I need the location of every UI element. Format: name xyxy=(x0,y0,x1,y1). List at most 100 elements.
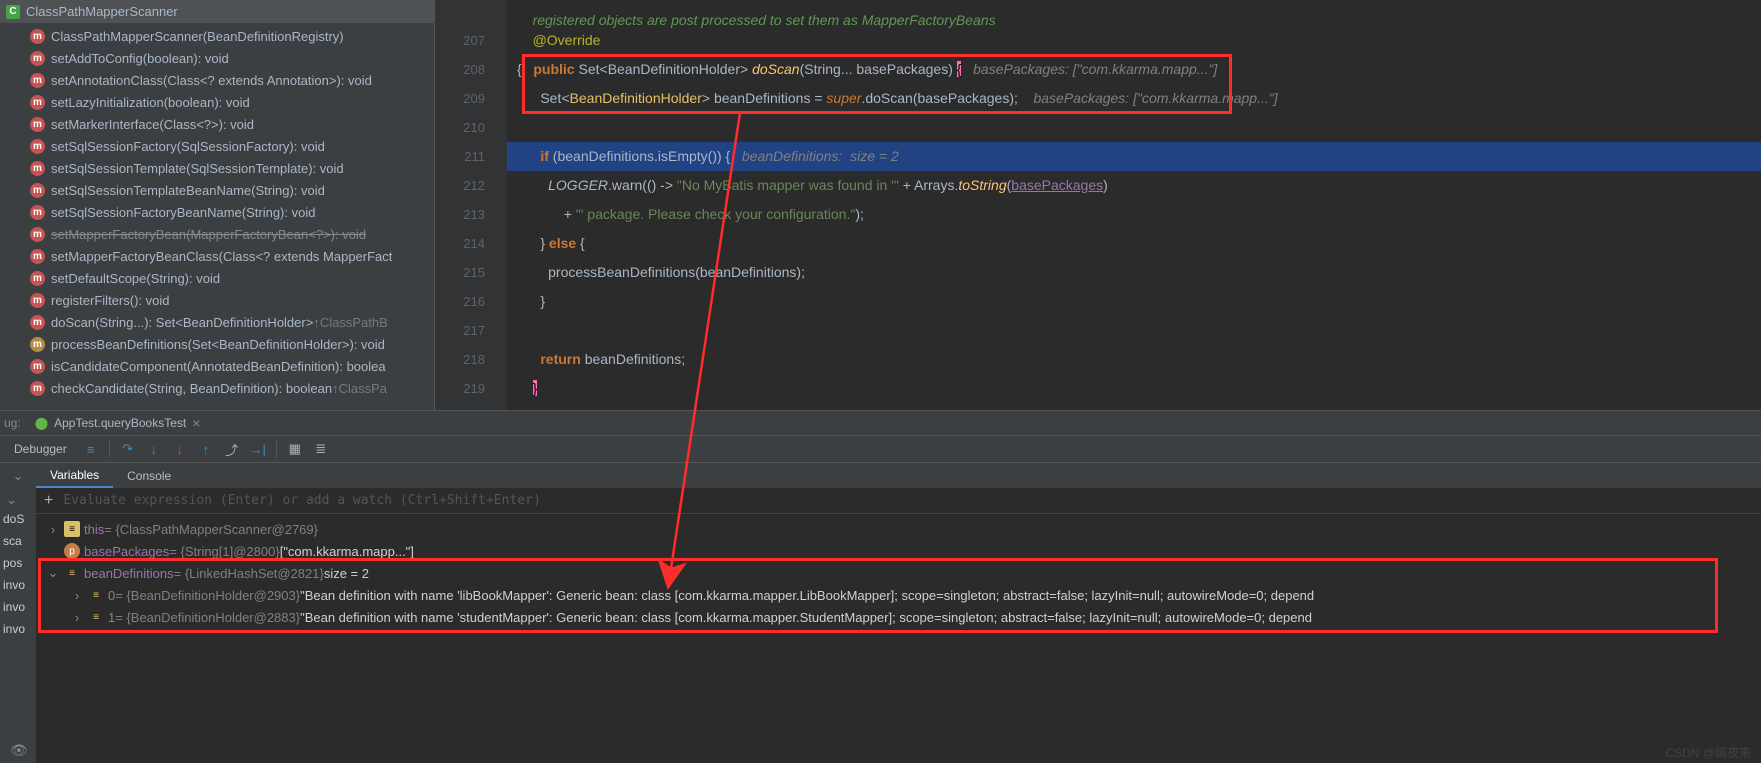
tab-console[interactable]: Console xyxy=(113,463,185,488)
step-out-icon[interactable]: ↑ xyxy=(194,437,218,461)
structure-member[interactable]: mcheckCandidate(String, BeanDefinition):… xyxy=(0,377,434,399)
member-label: checkCandidate(String, BeanDefinition): … xyxy=(51,381,332,396)
var-bd-1[interactable]: › ≡ 1 = {BeanDefinitionHolder@2883} "Bea… xyxy=(36,606,1761,628)
variables-panel: + Evaluate expression (Enter) or add a w… xyxy=(36,488,1761,763)
variables-tree[interactable]: › ≡ this = {ClassPathMapperScanner@2769}… xyxy=(36,514,1761,763)
drop-frame-icon[interactable]: ⤴ xyxy=(220,437,244,461)
view-icons[interactable]: 👁 xyxy=(0,742,28,759)
structure-member[interactable]: m ClassPathMapperScanner(BeanDefinitionRe… xyxy=(0,25,434,47)
member-label: ClassPathMapperScanner(BeanDefinitionReg… xyxy=(51,29,344,44)
member-label: setMapperFactoryBeanClass(Class<? extend… xyxy=(51,249,392,264)
member-label: setSqlSessionTemplate(SqlSessionTemplate… xyxy=(51,161,344,176)
code-doc: registered objects are post processed to… xyxy=(507,6,1761,26)
show-exec-point-icon[interactable]: ≡ xyxy=(79,437,103,461)
member-label: setMarkerInterface(Class<?>): void xyxy=(51,117,254,132)
member-label: setSqlSessionTemplateBeanName(String): v… xyxy=(51,183,325,198)
member-label: setAddToConfig(boolean): void xyxy=(51,51,229,66)
debug-ug-label: ug: xyxy=(4,416,27,430)
member-label: setMapperFactoryBean(MapperFactoryBean<?… xyxy=(51,227,366,242)
var-bd-0[interactable]: › ≡ 0 = {BeanDefinitionHolder@2903} "Bea… xyxy=(36,584,1761,606)
structure-member[interactable]: m setAnnotationClass(Class<? extends Anno… xyxy=(0,69,434,91)
code-line-219: } xyxy=(507,374,1761,403)
method-icon: m xyxy=(30,249,45,264)
debug-panel: ug: ⬤ AppTest.queryBooksTest × Debugger … xyxy=(0,410,1761,763)
tab-variables[interactable]: Variables xyxy=(36,463,113,488)
evaluate-expr-icon[interactable]: ▦ xyxy=(283,437,307,461)
stack-frame[interactable]: doS xyxy=(0,512,36,534)
member-label: setAnnotationClass(Class<? extends Annot… xyxy=(51,73,372,88)
structure-member[interactable]: m setSqlSessionFactoryBeanName(String): v… xyxy=(0,201,434,223)
run-to-cursor-icon[interactable]: →| xyxy=(246,437,270,461)
method-icon: m xyxy=(30,183,45,198)
var-beanDefinitions[interactable]: ⌄ ≡ beanDefinitions = {LinkedHashSet@282… xyxy=(36,562,1761,584)
member-label: registerFilters(): void xyxy=(51,293,169,308)
stack-frame[interactable]: pos xyxy=(0,556,36,578)
step-over-icon[interactable]: ↷ xyxy=(116,437,140,461)
run-icon: ⬤ xyxy=(35,416,48,430)
method-icon: m xyxy=(30,73,45,88)
class-name: ClassPathMapperScanner xyxy=(26,4,178,19)
method-icon: m xyxy=(30,139,45,154)
frames-chevron-icon[interactable]: ⌄ xyxy=(0,468,36,484)
this-icon: ≡ xyxy=(64,521,80,537)
frames-panel[interactable]: ⌄ doSscaposinvoinvoinvo xyxy=(0,488,36,763)
code-line-207: @Override xyxy=(507,26,1761,55)
stack-frame[interactable]: invo xyxy=(0,600,36,622)
code-line-209: Set<BeanDefinitionHolder> beanDefinition… xyxy=(507,84,1761,113)
structure-header[interactable]: C ClassPathMapperScanner xyxy=(0,0,434,23)
close-icon[interactable]: × xyxy=(192,415,200,431)
code-editor[interactable]: 207 208 209 210 211 212 213 214 215 216 … xyxy=(435,0,1761,410)
structure-member-list: m ClassPathMapperScanner(BeanDefinitionRe… xyxy=(0,23,434,401)
member-label: setSqlSessionFactory(SqlSessionFactory):… xyxy=(51,139,325,154)
structure-member[interactable]: misCandidateComponent(AnnotatedBeanDefin… xyxy=(0,355,434,377)
structure-member[interactable]: msetMapperFactoryBean(MapperFactoryBean<… xyxy=(0,223,434,245)
force-step-into-icon[interactable]: ↓ xyxy=(168,437,192,461)
structure-member[interactable]: msetDefaultScope(String): void xyxy=(0,267,434,289)
method-icon: m xyxy=(30,117,45,132)
code-line-214: } else { xyxy=(507,229,1761,258)
structure-member[interactable]: m setMarkerInterface(Class<?>): void xyxy=(0,113,434,135)
structure-member[interactable]: m processBeanDefinitions(Set<BeanDefiniti… xyxy=(0,333,434,355)
method-icon: m xyxy=(30,205,45,220)
method-icon: m xyxy=(30,337,45,352)
structure-member[interactable]: m setSqlSessionFactory(SqlSessionFactory)… xyxy=(0,135,434,157)
trace-icon[interactable]: ≣ xyxy=(309,437,333,461)
structure-member[interactable]: mdoScan(String...): Set<BeanDefinitionHo… xyxy=(0,311,434,333)
stack-frame[interactable]: invo xyxy=(0,622,36,644)
code-line-213: + "' package. Please check your configur… xyxy=(507,200,1761,229)
member-label: doScan(String...): Set<BeanDefinitionHol… xyxy=(51,315,313,330)
method-icon: m xyxy=(30,95,45,110)
nav-down-icon[interactable]: ⌄ xyxy=(6,492,17,508)
chevron-down-icon[interactable]: ⌄ xyxy=(46,565,60,581)
var-this[interactable]: › ≡ this = {ClassPathMapperScanner@2769} xyxy=(36,518,1761,540)
structure-member[interactable]: msetAddToConfig(boolean): void xyxy=(0,47,434,69)
structure-member[interactable]: m registerFilters(): void xyxy=(0,289,434,311)
method-icon: m xyxy=(30,293,45,308)
code-line-217 xyxy=(507,316,1761,345)
debug-inner-tabs: ⌄ Variables Console xyxy=(0,462,1761,488)
structure-member[interactable]: msetLazyInitialization(boolean): void xyxy=(0,91,434,113)
collection-icon: ≡ xyxy=(64,565,80,581)
method-icon: m xyxy=(30,29,45,44)
chevron-right-icon[interactable]: › xyxy=(70,610,84,625)
structure-member[interactable]: m setMapperFactoryBeanClass(Class<? exten… xyxy=(0,245,434,267)
step-into-icon[interactable]: ↓ xyxy=(142,437,166,461)
structure-member[interactable]: msetSqlSessionTemplate(SqlSessionTemplat… xyxy=(0,157,434,179)
run-tab-apptest[interactable]: ⬤ AppTest.queryBooksTest × xyxy=(27,415,209,431)
code-area[interactable]: registered objects are post processed to… xyxy=(507,0,1761,410)
chevron-right-icon[interactable]: › xyxy=(70,588,84,603)
param-icon: p xyxy=(64,543,80,559)
code-line-210 xyxy=(507,113,1761,142)
run-config-tabs: ug: ⬤ AppTest.queryBooksTest × xyxy=(0,411,1761,435)
stack-frame[interactable]: sca xyxy=(0,534,36,556)
chevron-right-icon[interactable]: › xyxy=(46,522,60,537)
stack-frame[interactable]: invo xyxy=(0,578,36,600)
structure-member[interactable]: m setSqlSessionTemplateBeanName(String): … xyxy=(0,179,434,201)
eval-input[interactable]: + Evaluate expression (Enter) or add a w… xyxy=(36,488,1761,514)
member-label: setSqlSessionFactoryBeanName(String): vo… xyxy=(51,205,315,220)
debugger-toolbar: Debugger ≡ ↷ ↓ ↓ ↑ ⤴ →| ▦ ≣ xyxy=(0,435,1761,462)
add-watch-icon[interactable]: + xyxy=(44,492,53,510)
member-label: processBeanDefinitions(Set<BeanDefinitio… xyxy=(51,337,385,352)
var-basePackages[interactable]: p basePackages = {String[1]@2800} ["com.… xyxy=(36,540,1761,562)
element-icon: ≡ xyxy=(88,609,104,625)
